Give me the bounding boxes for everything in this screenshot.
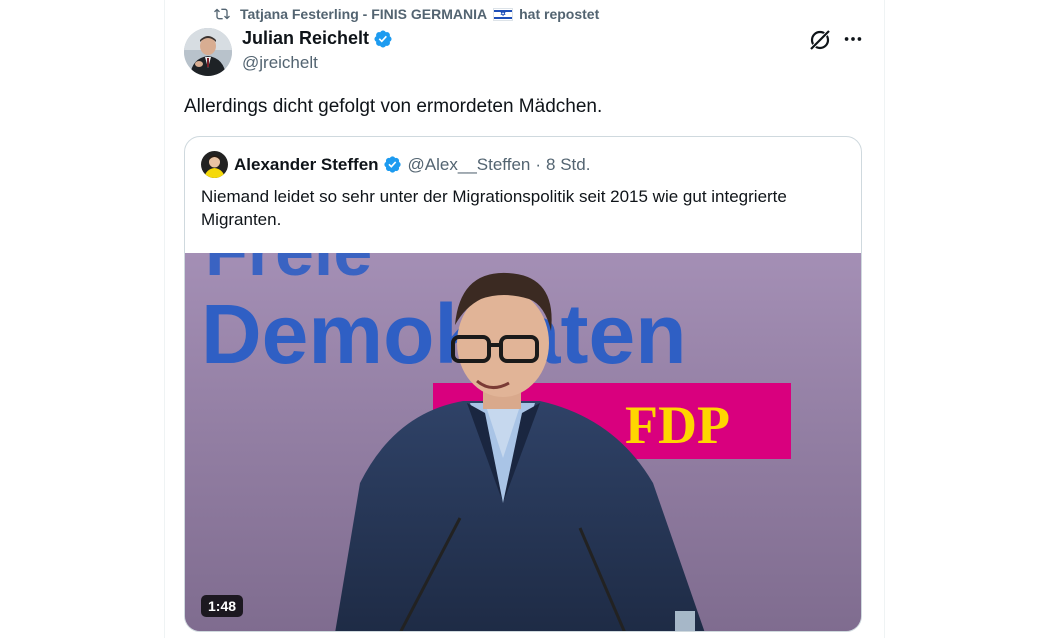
quote-timestamp[interactable]: 8 Std. <box>546 155 590 175</box>
verified-badge-icon <box>374 29 392 48</box>
video-player[interactable]: Freie Demokraten FDP 1:48 <box>185 253 861 631</box>
verified-badge-icon <box>383 156 401 173</box>
video-thumbnail: Freie Demokraten FDP <box>185 253 861 631</box>
repost-user[interactable]: Tatjana Festerling - FINIS GERMANIA <box>240 6 487 22</box>
quote-author-handle: @Alex__Steffen <box>407 154 531 174</box>
separator-dot: · <box>535 154 542 174</box>
quote-text: Niemand leidet so sehr unter der Migrati… <box>201 187 787 229</box>
tweet-text: Allerdings dicht gefolgt von ermordeten … <box>184 96 603 117</box>
banner-text-demokraten: Demokraten <box>201 287 687 381</box>
repost-icon <box>214 8 230 20</box>
more-icon[interactable] <box>842 28 864 50</box>
fdp-logo-text: FDP <box>625 395 730 455</box>
quote-header: Alexander Steffen @Alex__Steffen · 8 Std… <box>201 151 590 178</box>
author-name[interactable]: Julian Reichelt <box>242 28 369 49</box>
repost-indicator[interactable]: Tatjana Festerling - FINIS GERMANIA ✡ ha… <box>214 4 599 24</box>
israel-flag-icon: ✡ <box>493 7 514 21</box>
quote-author-name: Alexander Steffen <box>234 154 379 174</box>
quoted-tweet[interactable]: Alexander Steffen @Alex__Steffen · 8 Std… <box>184 136 862 632</box>
banner-text-freie: Freie <box>205 253 372 290</box>
grok-icon[interactable] <box>808 28 832 52</box>
repost-suffix: hat repostet <box>519 6 600 22</box>
quote-author-avatar <box>201 151 228 178</box>
author-name-row[interactable]: Julian Reichelt <box>242 28 393 49</box>
author-handle[interactable]: @jreichelt <box>242 53 318 73</box>
author-avatar[interactable] <box>184 28 232 76</box>
video-duration: 1:48 <box>201 595 244 617</box>
